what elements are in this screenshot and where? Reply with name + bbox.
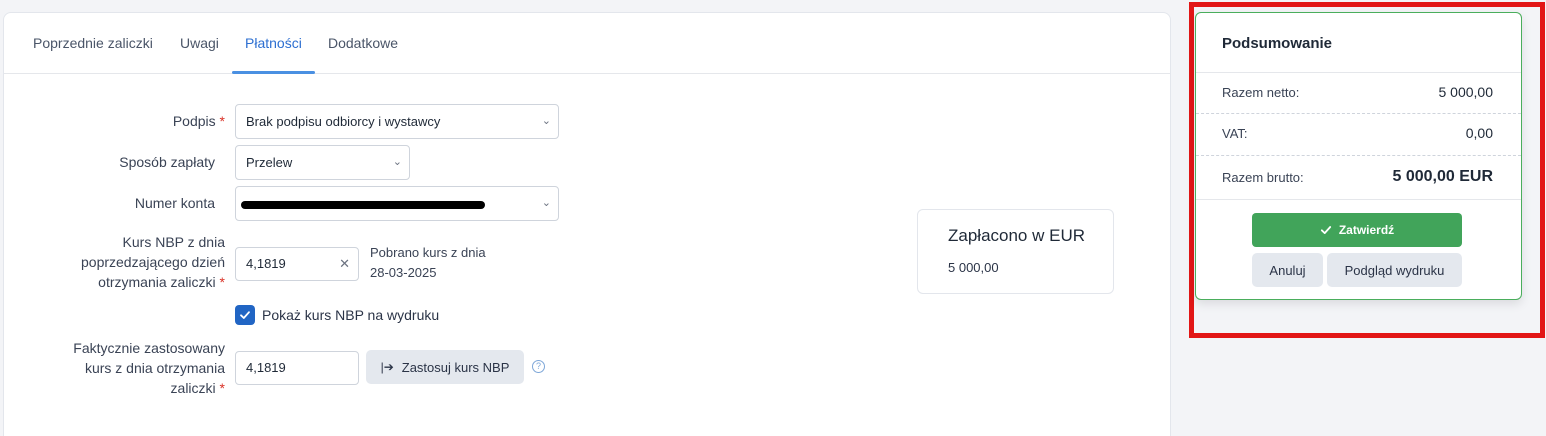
vat-value: 0,00: [1465, 125, 1493, 141]
podpis-select[interactable]: Brak podpisu odbiorcy i wystawcy ⌄: [235, 104, 559, 139]
kurs-nbp-note: Pobrano kurs z dnia 28-03-2025: [370, 245, 486, 280]
zastosuj-kurs-button[interactable]: |➔ Zastosuj kurs NBP: [366, 350, 524, 384]
summary-card: Podsumowanie Razem netto: 5 000,00 VAT: …: [1195, 12, 1522, 300]
numer-konta-select[interactable]: ⌄: [235, 186, 559, 221]
zatwierdz-button[interactable]: Zatwierdź: [1252, 213, 1462, 247]
invoice-form-card: Poprzednie zaliczki Uwagi Płatności Doda…: [3, 12, 1171, 436]
chevron-down-icon: ⌄: [392, 156, 402, 168]
tab-bar: Poprzednie zaliczki Uwagi Płatności Doda…: [4, 13, 1170, 74]
chevron-down-icon: ⌄: [541, 115, 551, 127]
summary-title: Podsumowanie: [1222, 35, 1333, 52]
kurs-nbp-label: Kurs NBP z dnia poprzedzającego dzień ot…: [81, 234, 225, 290]
apply-arrow-icon: |➔: [380, 360, 394, 374]
tab-uwagi[interactable]: Uwagi: [180, 35, 219, 51]
anuluj-button[interactable]: Anuluj: [1252, 253, 1323, 287]
podglad-wydruku-button[interactable]: Podgląd wydruku: [1327, 253, 1462, 287]
razem-brutto-label: Razem brutto:: [1222, 170, 1304, 185]
razem-netto-value: 5 000,00: [1438, 84, 1494, 100]
razem-brutto-value: 5 000,00 EUR: [1392, 168, 1493, 185]
sposob-zaplaty-label: Sposób zapłaty: [119, 154, 215, 170]
faktyczny-kurs-label: Faktycznie zastosowany kurs z dnia otrzy…: [73, 340, 225, 396]
divider: [1196, 199, 1521, 200]
chevron-down-icon: ⌄: [541, 197, 551, 209]
sposob-zaplaty-select[interactable]: Przelew ⌄: [235, 145, 410, 180]
tab-platnosci[interactable]: Płatności: [245, 35, 302, 51]
clear-icon[interactable]: ✕: [339, 248, 350, 280]
vat-label: VAT:: [1222, 126, 1248, 141]
paid-card: Zapłacono w EUR 5 000,00: [917, 209, 1114, 294]
podpis-label: Podpis *: [172, 113, 225, 129]
divider: [1196, 72, 1521, 73]
numer-konta-label: Numer konta: [134, 195, 215, 211]
divider: [1196, 113, 1521, 114]
paid-value: 5 000,00: [948, 260, 999, 275]
faktyczny-kurs-input[interactable]: 4,1819: [235, 351, 359, 385]
razem-netto-label: Razem netto:: [1222, 85, 1300, 100]
redaction-bar: [241, 201, 485, 209]
check-icon: [240, 311, 250, 319]
divider: [1196, 155, 1521, 156]
tab-poprzednie-zaliczki[interactable]: Poprzednie zaliczki: [33, 35, 153, 51]
check-icon: [1320, 226, 1331, 234]
tab-dodatkowe[interactable]: Dodatkowe: [328, 35, 398, 51]
help-icon[interactable]: ?: [532, 360, 545, 373]
pokaz-kurs-label[interactable]: Pokaż kurs NBP na wydruku: [262, 307, 439, 323]
pokaz-kurs-checkbox[interactable]: [235, 305, 255, 325]
active-tab-indicator: [232, 71, 315, 74]
kurs-nbp-input[interactable]: 4,1819 ✕: [235, 247, 359, 281]
paid-title: Zapłacono w EUR: [948, 226, 1086, 245]
